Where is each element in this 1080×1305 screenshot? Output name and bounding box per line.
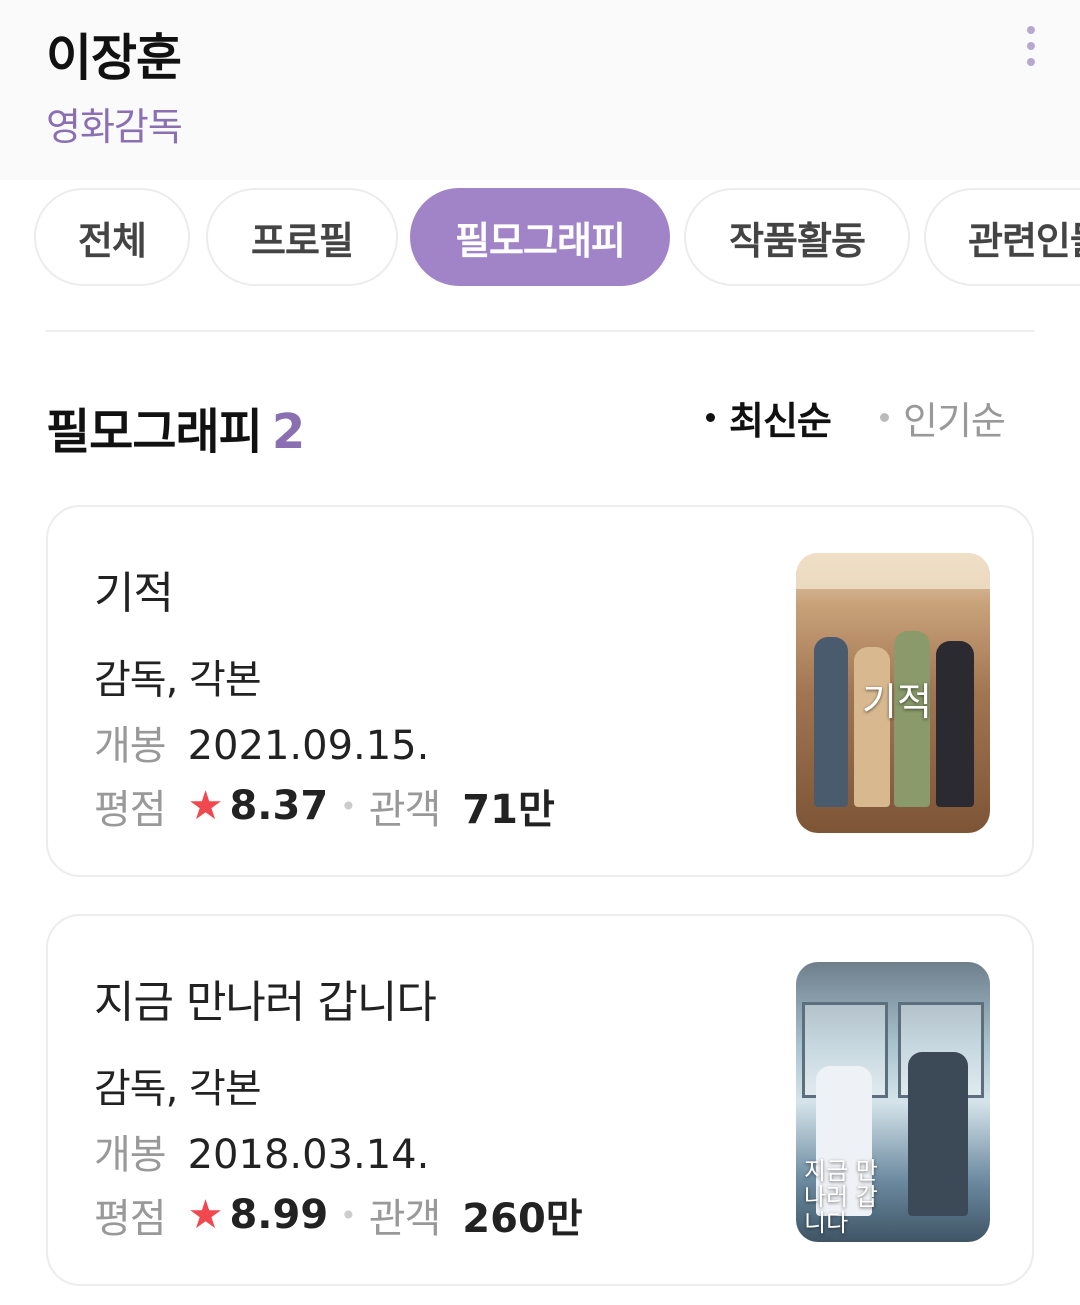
rating-label: 평점 xyxy=(94,1196,167,1242)
poster-figure xyxy=(908,1052,968,1216)
tab-works[interactable]: 작품활동 xyxy=(684,188,910,286)
film-credit: 감독, 각본 xyxy=(94,1066,262,1112)
sort-popular[interactable]: 인기순 xyxy=(880,390,1006,445)
star-icon: ★ xyxy=(187,783,224,829)
film-card[interactable]: 기적 감독, 각본 개봉 2021.09.15. 평점 ★ 8.37 • 관객 7… xyxy=(46,505,1034,877)
poster-title: 지금 만나러 갑니다 xyxy=(804,1157,878,1237)
film-title[interactable]: 지금 만나러 갑니다 xyxy=(94,966,437,1030)
release-date: 2021.09.15. xyxy=(187,723,430,769)
separator-dot: • xyxy=(340,789,357,823)
film-card[interactable]: 지금 만나러 갑니다 감독, 각본 개봉 2018.03.14. 평점 ★ 8.9… xyxy=(46,914,1034,1286)
poster-title: 기적 xyxy=(862,680,932,724)
film-stats: 평점 ★ 8.37 • 관객 71만 xyxy=(94,777,555,835)
tab-all[interactable]: 전체 xyxy=(34,188,190,286)
tab-bar: 전체 프로필 필모그래피 작품활동 관련인물 xyxy=(0,188,1080,288)
rating-value: 8.99 xyxy=(229,1192,329,1238)
section-title: 필모그래피 2 xyxy=(46,392,305,462)
film-poster[interactable]: 지금 만나러 갑니다 xyxy=(796,962,990,1242)
release-label: 개봉 xyxy=(94,1132,167,1178)
poster-banner xyxy=(796,553,990,589)
film-stats: 평점 ★ 8.99 • 관객 260만 xyxy=(94,1186,583,1244)
separator-dot: • xyxy=(340,1198,357,1232)
film-credit: 감독, 각본 xyxy=(94,657,262,703)
tab-related-people[interactable]: 관련인물 xyxy=(924,188,1080,286)
rating-value: 8.37 xyxy=(229,783,329,829)
audience-label: 관객 xyxy=(368,787,442,833)
sort-latest-label: 최신순 xyxy=(729,399,832,443)
sort-latest[interactable]: 최신순 xyxy=(706,390,832,445)
profile-header: 이장훈 영화감독 xyxy=(0,0,1080,180)
divider xyxy=(46,330,1034,332)
release-label: 개봉 xyxy=(94,723,167,769)
film-release: 개봉 2021.09.15. xyxy=(94,713,429,771)
more-vertical-icon[interactable] xyxy=(1018,26,1044,70)
release-date: 2018.03.14. xyxy=(187,1132,430,1178)
audience-value: 71만 xyxy=(462,787,555,833)
poster-figure xyxy=(814,637,848,807)
audience-value: 260만 xyxy=(462,1196,583,1242)
poster-figure xyxy=(936,641,974,807)
bullet-icon xyxy=(706,413,715,422)
rating-label: 평점 xyxy=(94,787,167,833)
person-role: 영화감독 xyxy=(46,105,183,149)
audience-label: 관객 xyxy=(368,1196,442,1242)
section-title-label: 필모그래피 xyxy=(46,404,263,460)
tab-profile[interactable]: 프로필 xyxy=(206,188,398,286)
person-name: 이장훈 xyxy=(46,29,182,87)
section-count: 2 xyxy=(271,404,305,460)
film-release: 개봉 2018.03.14. xyxy=(94,1122,429,1180)
star-icon: ★ xyxy=(187,1192,224,1238)
film-title[interactable]: 기적 xyxy=(94,557,174,621)
sort-popular-label: 인기순 xyxy=(903,399,1006,443)
tab-filmography[interactable]: 필모그래피 xyxy=(410,188,670,286)
bullet-icon xyxy=(880,413,889,422)
film-poster[interactable]: 기적 xyxy=(796,553,990,833)
